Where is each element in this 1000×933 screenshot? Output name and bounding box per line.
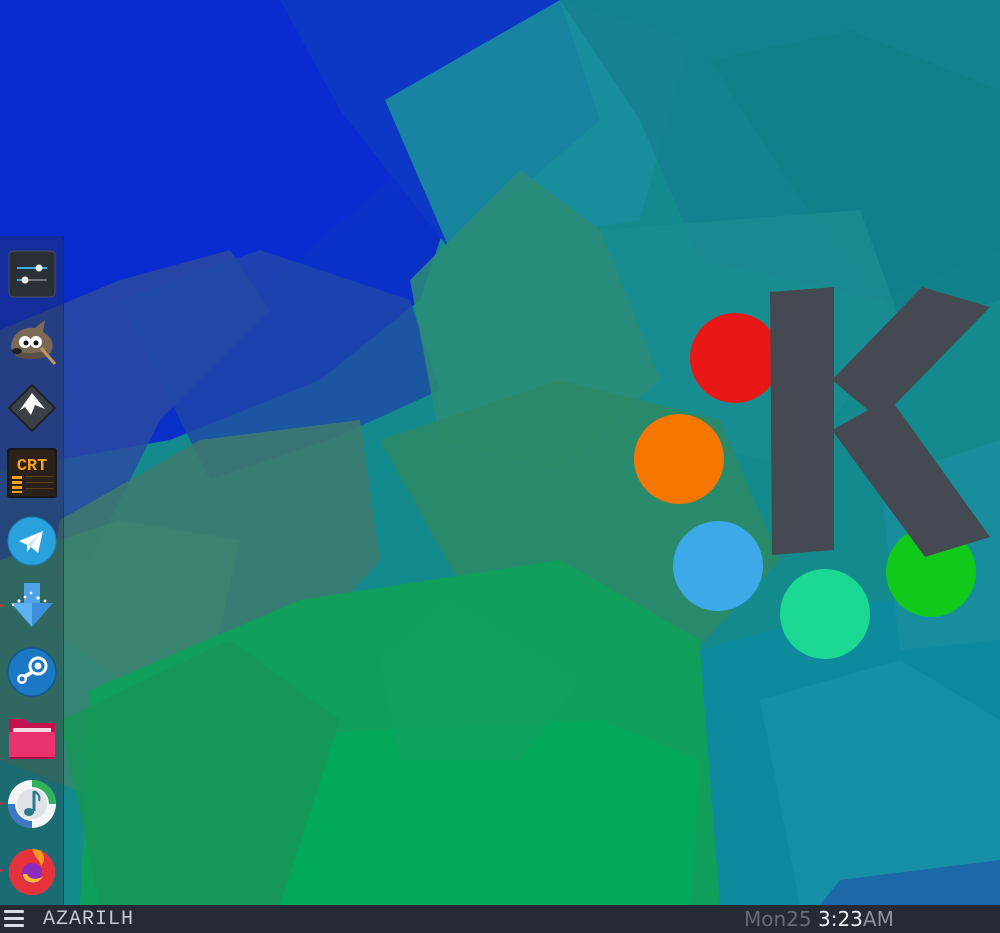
inkscape-icon <box>7 383 57 433</box>
running-indicator <box>0 604 3 607</box>
dock-item-downloader[interactable] <box>0 579 59 633</box>
wallpaper <box>0 0 1000 905</box>
dock-item-music-player[interactable] <box>0 777 59 831</box>
telegram-icon <box>7 516 57 566</box>
dock-item-gimp[interactable] <box>5 314 59 368</box>
logo-k-stem <box>770 287 834 555</box>
dock: CRT <box>0 236 64 905</box>
music-player-icon <box>8 780 56 828</box>
folder-icon <box>9 719 55 759</box>
logo-dot-red <box>690 313 780 403</box>
desktop[interactable]: CRT <box>0 0 1000 905</box>
settings-sliders-icon <box>8 250 56 298</box>
clock-time: 3:23 <box>817 907 863 931</box>
running-indicator <box>0 869 3 872</box>
cool-retro-term-icon: CRT <box>7 448 57 498</box>
steam-icon <box>7 647 57 697</box>
running-indicator <box>0 802 3 805</box>
dock-item-folder[interactable] <box>5 711 59 765</box>
dock-item-telegram[interactable] <box>5 514 59 568</box>
dock-item-firefox[interactable] <box>0 844 59 898</box>
dock-item-inkscape[interactable] <box>5 381 59 435</box>
logo-dot-orange <box>634 414 724 504</box>
svg-text:CRT: CRT <box>17 457 48 476</box>
dock-item-steam[interactable] <box>5 645 59 699</box>
taskbar: AZARILH Mon25 3:23AM <box>0 905 1000 933</box>
logo-dot-blue <box>673 521 763 611</box>
dock-item-cool-retro-term[interactable]: CRT <box>5 446 59 500</box>
hostname-label: AZARILH <box>43 908 135 931</box>
gimp-icon <box>11 320 57 365</box>
logo-dot-mint <box>780 569 870 659</box>
firefox-icon <box>9 849 55 895</box>
clock-day: Mon25 <box>744 907 812 931</box>
app-menu-icon[interactable] <box>4 910 24 928</box>
downloader-icon <box>11 583 53 627</box>
dock-item-settings[interactable] <box>5 247 59 301</box>
clock-ampm: AM <box>862 907 894 931</box>
clock[interactable]: Mon25 3:23AM <box>744 907 894 931</box>
